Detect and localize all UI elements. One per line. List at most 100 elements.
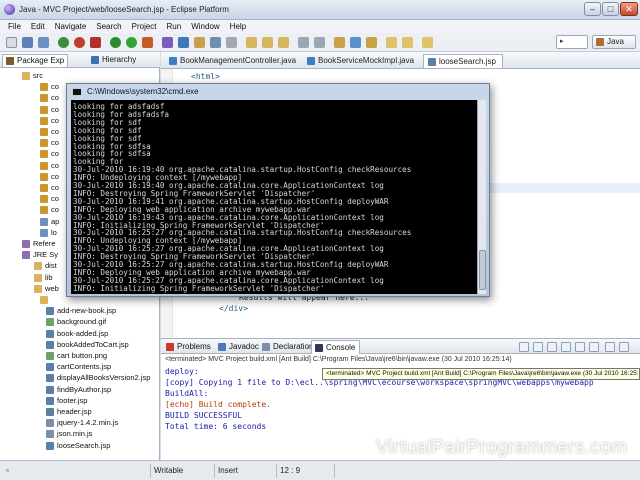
jsp-icon [46, 363, 54, 372]
menu-edit[interactable]: Edit [31, 20, 45, 33]
display-console-icon[interactable] [589, 342, 599, 352]
watermark-logo-icon [349, 439, 370, 459]
tab-loose-search[interactable]: looseSearch.jsp [423, 54, 503, 68]
cmd-window[interactable]: C:\Windows\system32\cmd.exe looking for … [66, 83, 490, 297]
tree-item-label: ap [51, 216, 60, 226]
next-annotation-icon[interactable] [334, 37, 345, 48]
last-edit-location-icon[interactable] [366, 37, 377, 48]
cmd-line: INFO: Initializing Spring FrameworkServl… [73, 283, 325, 293]
open-type-icon[interactable] [194, 37, 205, 48]
tree-item-label: co [51, 93, 59, 103]
cmd-output[interactable]: looking for adsfadsf looking for adsfadsf… [71, 100, 477, 294]
run-debug-icon[interactable] [110, 37, 121, 48]
js-icon [46, 430, 54, 439]
tab-package-explorer[interactable]: Package Exp [2, 54, 69, 67]
console-line[interactable]: [echo] Build complete. [165, 400, 271, 409]
tab-problems[interactable]: Problems [163, 340, 215, 354]
tree-item-label: JRE Sy [33, 250, 59, 260]
console-line[interactable]: BUILD SUCCESSFUL [165, 411, 242, 420]
run-icon[interactable] [126, 37, 137, 48]
maximize-view-icon[interactable] [619, 342, 629, 352]
package-icon [40, 139, 48, 148]
code-line-html[interactable]: <html> [191, 72, 220, 81]
menu-file[interactable]: File [8, 20, 21, 33]
jsp-icon [46, 385, 54, 394]
server-icon[interactable] [90, 37, 101, 48]
tree-item-label: src [33, 71, 43, 80]
new-package-icon[interactable] [178, 37, 189, 48]
debug-icon[interactable] [58, 37, 69, 48]
file-icon [40, 217, 48, 226]
new-icon[interactable] [6, 37, 17, 48]
menu-project[interactable]: Project [132, 20, 157, 33]
prev-annotation-icon[interactable] [350, 37, 361, 48]
menu-search[interactable]: Search [96, 20, 121, 33]
remove-launch-icon[interactable] [533, 342, 543, 352]
tab-declaration[interactable]: Declaration [259, 340, 317, 354]
menu-help[interactable]: Help [230, 20, 246, 33]
new-class-icon[interactable] [162, 37, 173, 48]
tab-book-management-controller[interactable]: BookManagementController.java [165, 54, 302, 68]
print-icon[interactable] [38, 37, 49, 48]
tree-item-label: lo [51, 227, 57, 237]
terminate-icon[interactable] [519, 342, 529, 352]
open-perspective-button[interactable]: ▸ [556, 35, 588, 49]
main-toolbar [0, 33, 640, 52]
tab-label: BookManagementController.java [180, 56, 297, 65]
scroll-lock-icon[interactable] [561, 342, 571, 352]
tab-console[interactable]: Console [311, 340, 361, 354]
cmd-icon [72, 88, 82, 96]
cmd-titlebar[interactable]: C:\Windows\system32\cmd.exe [67, 84, 489, 100]
tab-hierarchy[interactable]: Hierarchy [88, 54, 139, 67]
close-button[interactable]: ✕ [620, 2, 638, 16]
menu-window[interactable]: Window [191, 20, 219, 33]
cmd-scrollbar[interactable] [477, 100, 486, 294]
package-icon [40, 195, 48, 204]
package-icon [40, 161, 48, 170]
tree-item-label: lib [45, 272, 53, 282]
tab-javadoc[interactable]: Javadoc [215, 340, 263, 354]
tree-item-label: Refere [33, 239, 56, 248]
minimize-button[interactable]: – [584, 2, 601, 16]
tree-item-label: cartContents.jsp [57, 362, 112, 372]
minimize-view-icon[interactable] [605, 342, 615, 352]
tab-book-service-mock-impl[interactable]: BookServiceMockImpl.java [303, 54, 420, 68]
more-nav-icon[interactable] [422, 37, 433, 48]
forward-nav-icon[interactable] [402, 37, 413, 48]
forward-icon[interactable] [278, 37, 289, 48]
pin-icon[interactable] [298, 37, 309, 48]
console-line[interactable]: BuildAll: [165, 389, 208, 398]
tree-item-label: co [51, 205, 59, 215]
clear-console-icon[interactable] [547, 342, 557, 352]
java-file-icon [169, 57, 177, 65]
status-bar: ▫ Writable Insert 12 : 9 [0, 460, 640, 480]
toggle-mark-icon[interactable] [314, 37, 325, 48]
status-position: 12 : 9 [280, 466, 301, 475]
last-edit-icon[interactable] [246, 37, 257, 48]
search-icon[interactable] [210, 37, 221, 48]
maximize-button[interactable]: □ [602, 2, 619, 16]
java-perspective-button[interactable]: Java [592, 35, 636, 49]
cmd-scroll-thumb[interactable] [479, 250, 486, 290]
folder-icon [34, 262, 42, 271]
back-icon[interactable] [262, 37, 273, 48]
window-titlebar: Java - MVC Project/web/looseSearch.jsp -… [0, 0, 640, 20]
tree-item-label: co [51, 160, 59, 170]
save-icon[interactable] [22, 37, 33, 48]
package-icon [40, 116, 48, 125]
menu-bar: File Edit Navigate Search Project Run Wi… [0, 20, 640, 33]
stop-icon[interactable] [74, 37, 85, 48]
code-line-div-close[interactable]: </div> [219, 304, 248, 313]
console-line[interactable]: deploy: [165, 367, 199, 376]
javadoc-icon [218, 343, 226, 351]
external-tools-icon[interactable] [142, 37, 153, 48]
tab-label: Console [326, 343, 356, 352]
folder-icon [40, 296, 48, 304]
menu-navigate[interactable]: Navigate [55, 20, 87, 33]
console-line[interactable]: Total time: 6 seconds [165, 422, 266, 431]
annotation-icon[interactable] [226, 37, 237, 48]
pin-console-icon[interactable] [575, 342, 585, 352]
back-nav-icon[interactable] [386, 37, 397, 48]
package-icon [40, 94, 48, 103]
menu-run[interactable]: Run [167, 20, 182, 33]
